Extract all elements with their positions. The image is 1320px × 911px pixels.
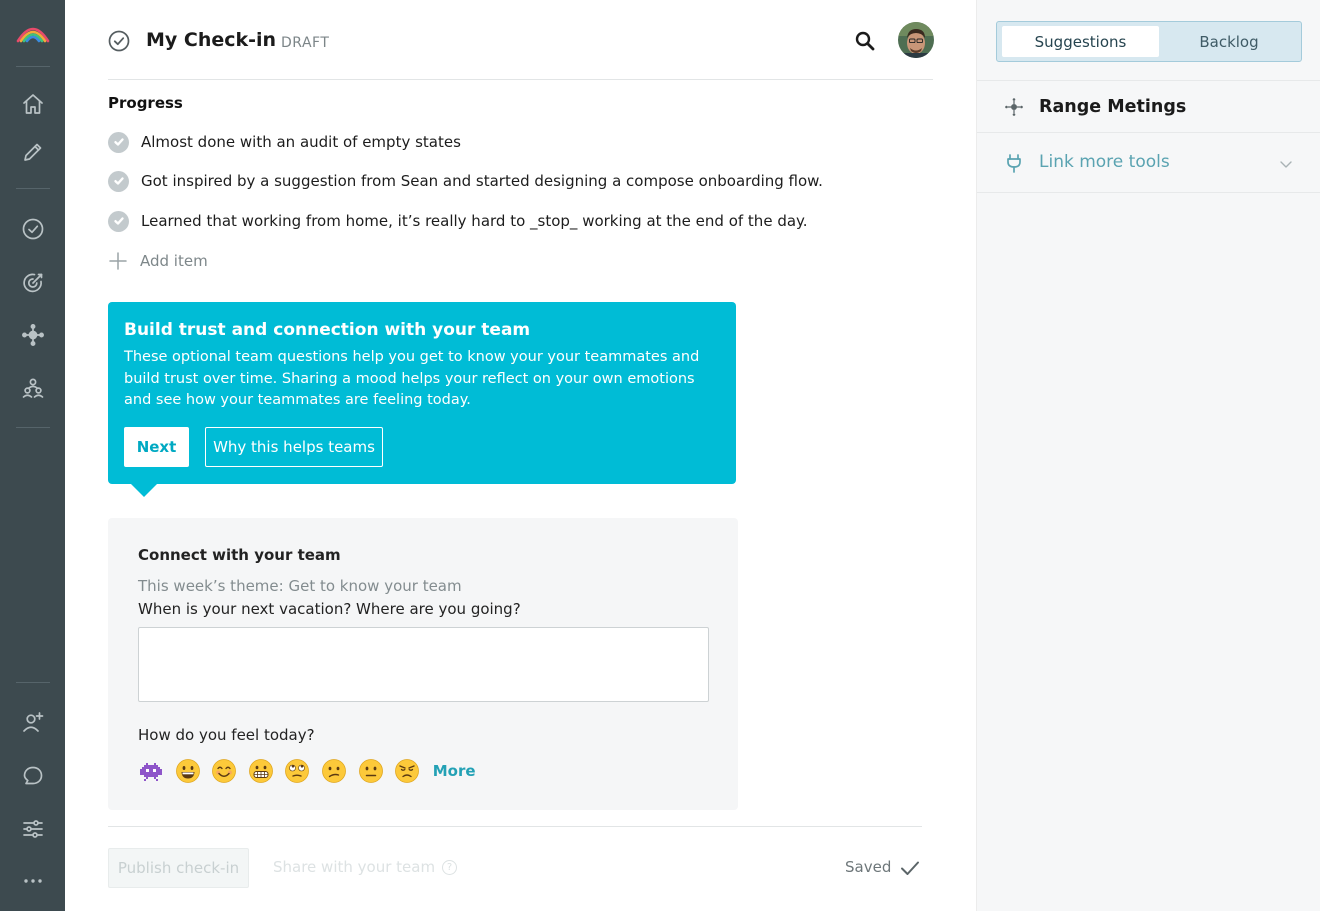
- footer-divider: [108, 826, 922, 827]
- add-item-label: Add item: [140, 252, 208, 270]
- check-circle-icon: [108, 30, 130, 52]
- progress-heading: Progress: [108, 94, 183, 112]
- checkmark-icon: [108, 131, 129, 153]
- status-badge: DRAFT: [281, 35, 330, 51]
- hub-icon: [1005, 98, 1023, 116]
- smiling-face-icon[interactable]: [211, 758, 237, 784]
- checkmark-icon: [108, 210, 129, 232]
- link-tools-row[interactable]: Link more tools: [977, 133, 1320, 193]
- team-question: When is your next vacation? Where are yo…: [138, 600, 521, 618]
- nav-divider: [16, 682, 50, 683]
- tooltip-title: Build trust and connection with your tea…: [124, 320, 531, 340]
- weekly-theme: This week’s theme: Get to know your team: [138, 577, 462, 595]
- share-with-team-option[interactable]: Share with your team ?: [273, 858, 458, 876]
- avatar[interactable]: [898, 22, 934, 58]
- more-icon[interactable]: [20, 868, 46, 894]
- progress-item[interactable]: Got inspired by a suggestion from Sean a…: [108, 169, 823, 193]
- mood-question: How do you feel today?: [138, 726, 315, 744]
- progress-item[interactable]: Almost done with an audit of empty state…: [108, 130, 461, 154]
- mood-picker: More: [138, 757, 476, 785]
- side-panel: Suggestions Backlog Range Metings Link m…: [976, 0, 1320, 911]
- neutral-face-icon[interactable]: [358, 758, 384, 784]
- nav-divider: [16, 188, 50, 189]
- onboarding-tooltip: Build trust and connection with your tea…: [108, 302, 736, 497]
- checkmark-icon: [108, 170, 129, 192]
- page-title: My Check-in: [146, 29, 277, 51]
- progress-item-text: Almost done with an audit of empty state…: [141, 133, 461, 151]
- eye-roll-face-icon[interactable]: [284, 758, 310, 784]
- angry-face-icon[interactable]: [394, 758, 420, 784]
- progress-item-text: Learned that working from home, it’s rea…: [141, 212, 808, 230]
- check-circle-icon[interactable]: [20, 216, 46, 242]
- rainbow-logo-icon[interactable]: [15, 20, 51, 46]
- grimacing-face-icon[interactable]: [248, 758, 274, 784]
- hub-icon[interactable]: [20, 322, 46, 348]
- more-moods-link[interactable]: More: [433, 762, 476, 780]
- add-person-icon[interactable]: [20, 709, 46, 735]
- share-label: Share with your team: [273, 858, 436, 876]
- nav-divider: [16, 66, 50, 67]
- add-item-button[interactable]: Add item: [108, 250, 208, 272]
- checkmark-icon: [901, 861, 919, 875]
- answer-field[interactable]: [138, 627, 709, 702]
- plug-icon: [1007, 154, 1021, 173]
- target-icon[interactable]: [20, 270, 46, 296]
- tab-backlog[interactable]: Backlog: [1159, 26, 1299, 57]
- grinning-face-icon[interactable]: [175, 758, 201, 784]
- progress-item[interactable]: Learned that working from home, it’s rea…: [108, 209, 808, 233]
- sliders-icon[interactable]: [20, 816, 46, 842]
- tab-suggestions[interactable]: Suggestions: [1002, 26, 1159, 57]
- help-icon[interactable]: ?: [442, 859, 458, 875]
- next-button[interactable]: Next: [124, 427, 189, 467]
- link-tools-label: Link more tools: [1039, 152, 1170, 172]
- tooltip-body: These optional team questions help you g…: [124, 349, 700, 408]
- pencil-icon[interactable]: [20, 139, 46, 165]
- chevron-down-icon[interactable]: [1277, 155, 1295, 173]
- header-divider: [108, 79, 933, 80]
- range-meetings-row[interactable]: Range Metings: [977, 80, 1320, 133]
- search-icon[interactable]: [853, 29, 877, 53]
- range-meetings-label: Range Metings: [1039, 97, 1187, 117]
- confused-face-icon[interactable]: [321, 758, 347, 784]
- space-invader-icon[interactable]: [138, 758, 164, 784]
- publish-button[interactable]: Publish check-in: [108, 848, 249, 888]
- why-this-helps-button[interactable]: Why this helps teams: [205, 427, 383, 467]
- nav-divider: [16, 427, 50, 428]
- connect-title: Connect with your team: [138, 546, 341, 564]
- panel-tabs: Suggestions Backlog: [996, 21, 1302, 62]
- plus-icon: [109, 252, 127, 270]
- saved-status: Saved: [845, 858, 892, 876]
- chat-icon[interactable]: [20, 763, 46, 789]
- connect-card: Connect with your team This week’s theme…: [108, 518, 738, 810]
- checkin-header: My Check-in DRAFT: [108, 22, 934, 62]
- home-icon[interactable]: [20, 91, 46, 117]
- progress-item-text: Got inspired by a suggestion from Sean a…: [141, 172, 823, 190]
- nav-rail: [0, 0, 65, 911]
- people-icon[interactable]: [20, 375, 46, 401]
